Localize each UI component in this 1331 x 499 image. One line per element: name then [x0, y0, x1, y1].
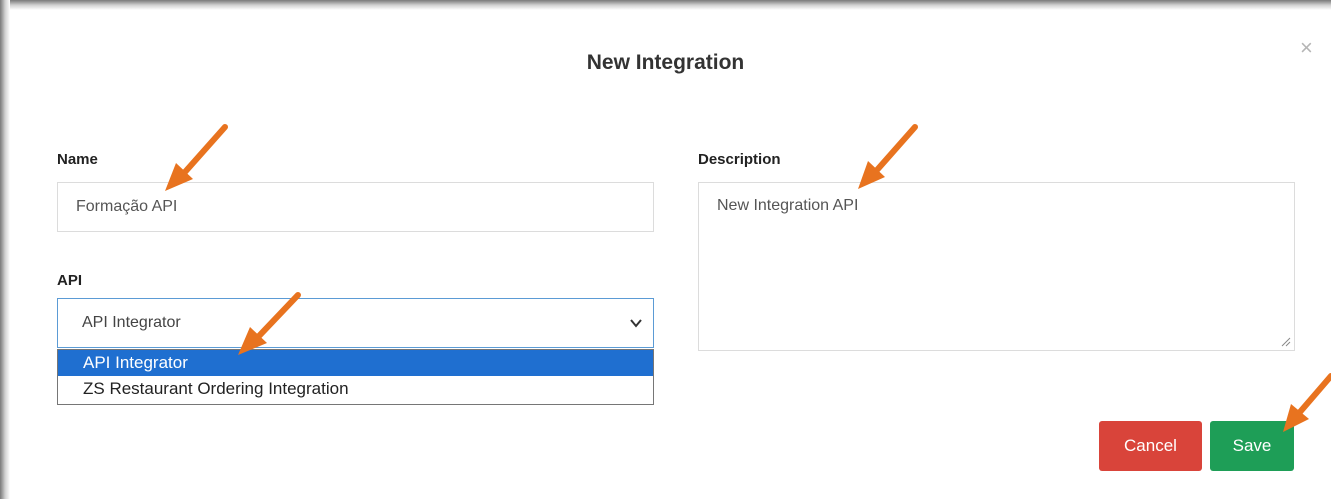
close-icon[interactable]: ×	[1300, 37, 1313, 59]
resize-grip-icon[interactable]	[1281, 337, 1291, 347]
api-option[interactable]: ZS Restaurant Ordering Integration	[58, 376, 653, 402]
name-input[interactable]: Formação API	[57, 182, 654, 232]
name-input-value: Formação API	[76, 198, 178, 215]
dialog-shadow-top	[0, 0, 1331, 10]
name-label: Name	[57, 151, 98, 168]
screenshot-frame: New Integration × Name Formação API API …	[0, 0, 1331, 499]
api-select[interactable]: API Integrator	[57, 298, 654, 348]
dialog-title: New Integration	[586, 51, 745, 74]
description-label: Description	[698, 151, 781, 168]
description-textarea[interactable]: New Integration API	[698, 182, 1295, 351]
api-option[interactable]: API Integrator	[58, 350, 653, 376]
api-dropdown-list: API Integrator ZS Restaurant Ordering In…	[57, 349, 654, 405]
save-button[interactable]: Save	[1210, 421, 1294, 471]
description-value: New Integration API	[717, 197, 859, 214]
chevron-down-icon[interactable]	[629, 299, 643, 347]
cancel-button[interactable]: Cancel	[1099, 421, 1202, 471]
api-select-value: API Integrator	[82, 314, 181, 331]
api-label: API	[57, 272, 83, 289]
